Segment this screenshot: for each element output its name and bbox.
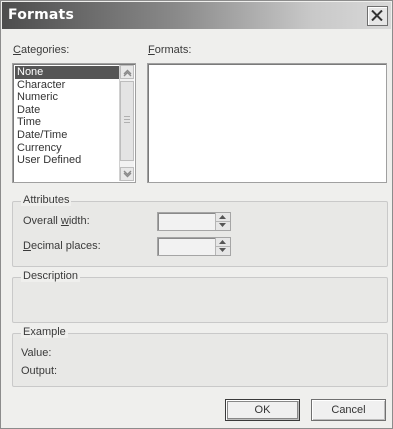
attributes-group: Attributes Overall width: Decimal places… xyxy=(12,194,388,267)
categories-listbox[interactable]: None Character Numeric Date Time Date/Time Cur… xyxy=(12,63,136,183)
dialog-title: Formats xyxy=(8,7,74,23)
formats-label: Formats: xyxy=(148,44,191,56)
category-item-date[interactable]: Date xyxy=(15,104,119,117)
decimal-places-label-text: Decimal places: xyxy=(23,240,101,252)
category-item-none[interactable]: None xyxy=(15,66,119,79)
category-item-numeric[interactable]: Numeric xyxy=(15,91,119,104)
category-item-date-time[interactable]: Date/Time xyxy=(15,129,119,142)
category-item-time[interactable]: Time xyxy=(15,116,119,129)
overall-width-label: Overall width: xyxy=(23,215,90,227)
formats-listbox[interactable] xyxy=(147,63,387,183)
description-legend: Description xyxy=(21,270,81,282)
category-item-character[interactable]: Character xyxy=(15,79,119,92)
close-button[interactable] xyxy=(367,6,388,26)
scroll-thumb[interactable] xyxy=(120,81,134,161)
formats-label-text: Formats: xyxy=(148,44,192,56)
decimal-places-label: Decimal places: xyxy=(23,240,101,252)
decimal-places-down-button[interactable] xyxy=(216,247,230,255)
example-legend: Example xyxy=(21,326,68,338)
overall-width-spinner[interactable] xyxy=(157,212,231,231)
categories-list: None Character Numeric Date Time Date/Time Cur… xyxy=(15,66,119,167)
scroll-down-button[interactable] xyxy=(120,167,134,181)
categories-label-text: Categories: xyxy=(13,44,70,56)
cancel-button[interactable]: Cancel xyxy=(311,399,386,421)
example-group: Example Value: Output: xyxy=(12,326,388,387)
scroll-up-button[interactable] xyxy=(120,65,134,79)
overall-width-up-button[interactable] xyxy=(216,213,230,222)
categories-scrollbar[interactable] xyxy=(119,65,134,181)
decimal-places-up-button[interactable] xyxy=(216,238,230,247)
decimal-places-spinner[interactable] xyxy=(157,237,231,256)
description-group: Description xyxy=(12,270,388,323)
output-label: Output: xyxy=(21,365,58,377)
overall-width-label-text: Overall width: xyxy=(23,215,90,227)
overall-width-down-button[interactable] xyxy=(216,222,230,230)
attributes-legend: Attributes xyxy=(21,194,72,206)
categories-label: Categories: xyxy=(13,44,69,56)
category-item-user-defined[interactable]: User Defined xyxy=(15,154,119,167)
value-label: Value: xyxy=(21,347,52,359)
category-item-currency[interactable]: Currency xyxy=(15,142,119,155)
ok-button[interactable]: OK xyxy=(225,399,300,421)
formats-dialog: Formats Categories: None Character Numeric… xyxy=(0,0,393,429)
title-bar[interactable]: Formats xyxy=(2,2,391,29)
